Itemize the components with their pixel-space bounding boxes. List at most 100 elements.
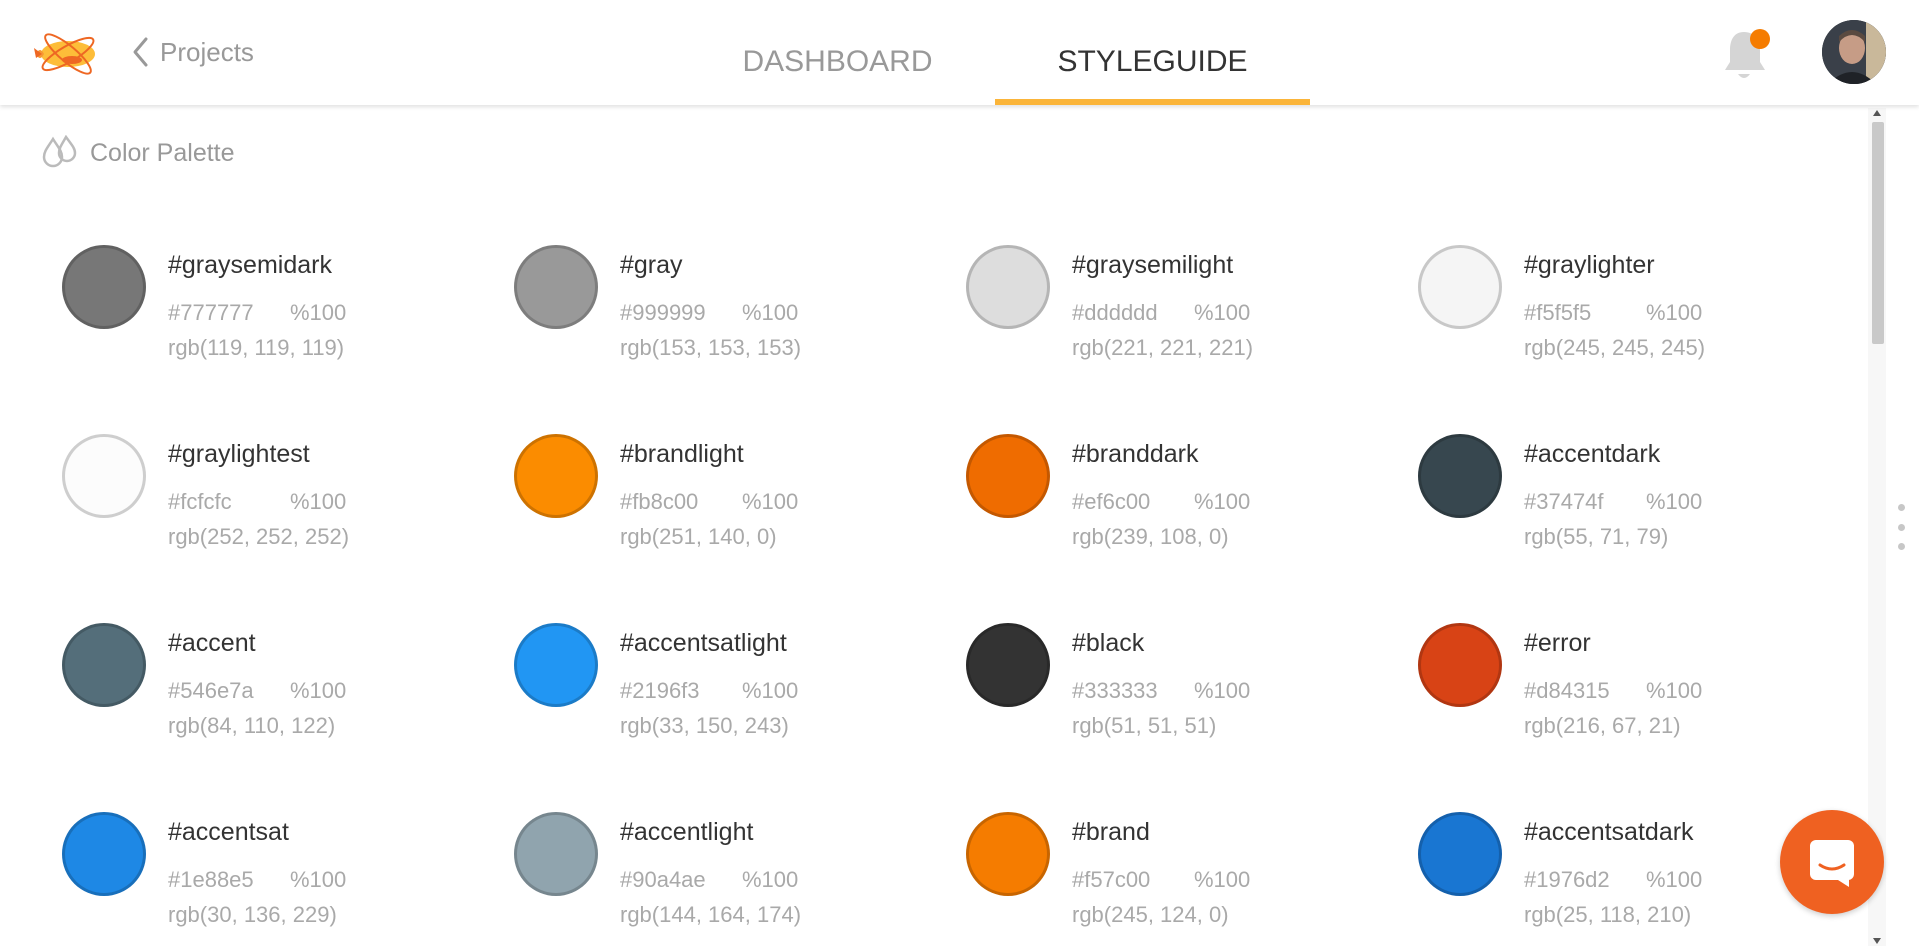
color-swatch-item[interactable]: #accentlight #90a4ae %100 rgb(144, 164, 174… bbox=[514, 812, 944, 946]
color-swatch-circle[interactable] bbox=[1418, 623, 1502, 707]
scroll-thumb[interactable] bbox=[1872, 122, 1884, 344]
color-rgb-value: rgb(216, 67, 21) bbox=[1524, 713, 1681, 738]
color-opacity-value: %100 bbox=[1194, 678, 1251, 703]
color-rgb-value: rgb(144, 164, 174) bbox=[620, 902, 802, 927]
color-opacity-value: %100 bbox=[1646, 489, 1703, 514]
color-swatch-item[interactable]: #graylighter #f5f5f5 %100 rgb(245, 245, 245… bbox=[1418, 245, 1848, 395]
color-opacity-value: %100 bbox=[1194, 300, 1251, 325]
back-label: Projects bbox=[160, 36, 254, 67]
color-hex-value: #777777 bbox=[168, 300, 254, 325]
color-swatch-circle[interactable] bbox=[62, 812, 146, 896]
color-swatch-item[interactable]: #accentsat #1e88e5 %100 rgb(30, 136, 229) bbox=[62, 812, 492, 946]
color-name: #accentsat bbox=[168, 818, 289, 846]
color-rgb-value: rgb(239, 108, 0) bbox=[1072, 524, 1229, 549]
color-swatch-item[interactable]: #graysemilight #dddddd %100 rgb(221, 221, 2… bbox=[966, 245, 1396, 395]
color-opacity-value: %100 bbox=[1646, 867, 1703, 892]
color-swatch-circle[interactable] bbox=[966, 245, 1050, 329]
color-swatch-item[interactable]: #accent #546e7a %100 rgb(84, 110, 122) bbox=[62, 623, 492, 773]
color-rgb-value: rgb(245, 245, 245) bbox=[1524, 335, 1706, 360]
color-name: #graylightest bbox=[168, 440, 310, 468]
color-swatch-circle[interactable] bbox=[514, 245, 598, 329]
vertical-scrollbar[interactable] bbox=[1868, 108, 1886, 946]
color-swatch-item[interactable]: #branddark #ef6c00 %100 rgb(239, 108, 0) bbox=[966, 434, 1396, 584]
color-hex-value: #ef6c00 bbox=[1072, 489, 1151, 514]
color-rgb-value: rgb(55, 71, 79) bbox=[1524, 524, 1669, 549]
color-name: #graysemidark bbox=[168, 251, 332, 279]
color-opacity-value: %100 bbox=[1194, 489, 1251, 514]
color-swatch-item[interactable]: #gray #999999 %100 rgb(153, 153, 153) bbox=[514, 245, 944, 395]
color-swatch-item[interactable]: #brandlight #fb8c00 %100 rgb(251, 140, 0) bbox=[514, 434, 944, 584]
chat-icon bbox=[1810, 840, 1854, 887]
color-name: #black bbox=[1072, 629, 1145, 657]
color-swatch-item[interactable]: #graylightest #fcfcfc %100 rgb(252, 252, 25… bbox=[62, 434, 492, 584]
main-tabs: DASHBOARD STYLEGUIDE bbox=[680, 0, 1310, 105]
color-hex-value: #90a4ae bbox=[620, 867, 706, 892]
color-swatch-circle[interactable] bbox=[514, 812, 598, 896]
handle-dot bbox=[1897, 504, 1905, 511]
color-hex-value: #1976d2 bbox=[1524, 867, 1610, 892]
color-name: #accent bbox=[168, 629, 256, 657]
color-hex-value: #2196f3 bbox=[620, 678, 700, 703]
user-avatar[interactable] bbox=[1822, 20, 1886, 84]
color-hex-value: #f5f5f5 bbox=[1524, 300, 1592, 325]
color-hex-value: #546e7a bbox=[168, 678, 254, 703]
scroll-up-arrow[interactable] bbox=[1873, 110, 1881, 116]
chevron-left-icon bbox=[133, 37, 148, 67]
color-hex-value: #1e88e5 bbox=[168, 867, 254, 892]
color-swatch-circle[interactable] bbox=[1418, 434, 1502, 518]
color-name: #error bbox=[1524, 629, 1591, 657]
color-swatch-item[interactable]: #accentsatlight #2196f3 %100 rgb(33, 150, 2… bbox=[514, 623, 944, 773]
color-rgb-value: rgb(252, 252, 252) bbox=[168, 524, 350, 549]
tab-styleguide[interactable]: STYLEGUIDE bbox=[995, 0, 1310, 105]
color-swatch-circle[interactable] bbox=[62, 245, 146, 329]
color-swatch-circle[interactable] bbox=[1418, 812, 1502, 896]
back-to-projects-link[interactable]: Projects bbox=[130, 35, 254, 69]
color-hex-value: #999999 bbox=[620, 300, 706, 325]
color-rgb-value: rgb(25, 118, 210) bbox=[1524, 902, 1692, 927]
side-panel-handle[interactable] bbox=[1896, 504, 1906, 550]
tab-dashboard[interactable]: DASHBOARD bbox=[680, 0, 995, 105]
color-swatch-circle[interactable] bbox=[966, 434, 1050, 518]
handle-dot bbox=[1897, 523, 1905, 531]
color-swatch-circle[interactable] bbox=[62, 434, 146, 518]
scroll-down-arrow[interactable] bbox=[1873, 938, 1881, 944]
notification-bell-icon[interactable] bbox=[1720, 26, 1776, 84]
color-swatch-circle[interactable] bbox=[966, 812, 1050, 896]
color-hex-value: #fcfcfc bbox=[168, 489, 232, 514]
color-swatch-circle[interactable] bbox=[514, 623, 598, 707]
color-hex-value: #333333 bbox=[1072, 678, 1158, 703]
chat-button[interactable] bbox=[1780, 810, 1884, 914]
color-opacity-value: %100 bbox=[1646, 300, 1703, 325]
color-opacity-value: %100 bbox=[742, 300, 799, 325]
avatar-image bbox=[1822, 20, 1886, 84]
color-swatch-circle[interactable] bbox=[62, 623, 146, 707]
color-opacity-value: %100 bbox=[290, 867, 347, 892]
color-name: #branddark bbox=[1072, 440, 1199, 468]
color-rgb-value: rgb(153, 153, 153) bbox=[620, 335, 802, 360]
color-opacity-value: %100 bbox=[290, 489, 347, 514]
color-rgb-value: rgb(119, 119, 119) bbox=[168, 335, 345, 360]
color-name: #accentlight bbox=[620, 818, 754, 846]
color-swatch-circle[interactable] bbox=[514, 434, 598, 518]
color-hex-value: #d84315 bbox=[1524, 678, 1610, 703]
color-name: #gray bbox=[620, 251, 683, 279]
color-swatch-circle[interactable] bbox=[1418, 245, 1502, 329]
color-swatch-item[interactable]: #brand #f57c00 %100 rgb(245, 124, 0) bbox=[966, 812, 1396, 946]
color-swatch-item[interactable]: #error #d84315 %100 rgb(216, 67, 21) bbox=[1418, 623, 1848, 773]
color-name: #accentsatlight bbox=[620, 629, 787, 657]
color-swatch-item[interactable]: #black #333333 %100 rgb(51, 51, 51) bbox=[966, 623, 1396, 773]
color-rgb-value: rgb(33, 150, 243) bbox=[620, 713, 789, 738]
color-rgb-value: rgb(251, 140, 0) bbox=[620, 524, 777, 549]
color-name: #brandlight bbox=[620, 440, 744, 468]
color-name: #graylighter bbox=[1524, 251, 1655, 279]
styleguide-content: Color Palette #graysemidark #777777 %100 rg… bbox=[0, 105, 1868, 946]
color-rgb-value: rgb(30, 136, 229) bbox=[168, 902, 337, 927]
notification-dot bbox=[1750, 29, 1770, 49]
color-swatch-item[interactable]: #graysemidark #777777 %100 rgb(119, 119, 11… bbox=[62, 245, 492, 395]
color-name: #accentsatdark bbox=[1524, 818, 1694, 846]
zeplin-logo[interactable] bbox=[32, 24, 100, 80]
color-swatch-item[interactable]: #accentdark #37474f %100 rgb(55, 71, 79) bbox=[1418, 434, 1848, 584]
color-opacity-value: %100 bbox=[742, 678, 799, 703]
color-hex-value: #dddddd bbox=[1072, 300, 1158, 325]
color-swatch-circle[interactable] bbox=[966, 623, 1050, 707]
